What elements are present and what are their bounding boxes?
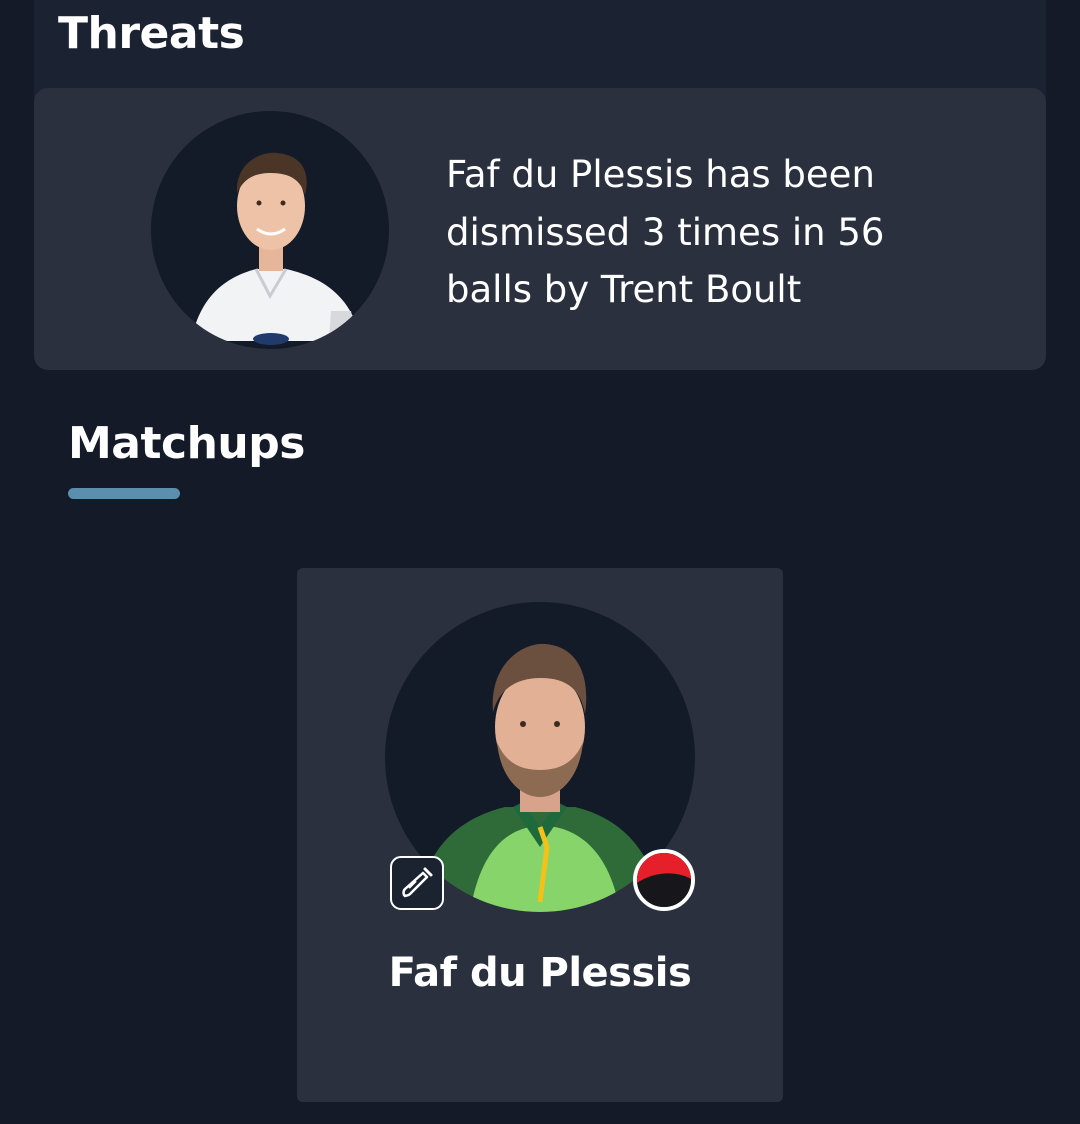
matchup-player-name: Faf du Plessis	[388, 950, 692, 996]
matchups-title: Matchups	[68, 418, 305, 469]
player-photo	[191, 152, 361, 345]
matchups-tab-underline	[68, 488, 180, 499]
matchup-card[interactable]: Faf du Plessis	[297, 568, 783, 1102]
threat-player-avatar	[151, 111, 389, 349]
threat-description: Faf du Plessis has been dismissed 3 time…	[446, 153, 885, 311]
cricket-bat-icon	[390, 856, 444, 910]
threat-card[interactable]: Faf du Plessis has been dismissed 3 time…	[34, 88, 1046, 370]
threats-title: Threats	[58, 8, 245, 59]
team-badge-icon	[633, 849, 695, 911]
